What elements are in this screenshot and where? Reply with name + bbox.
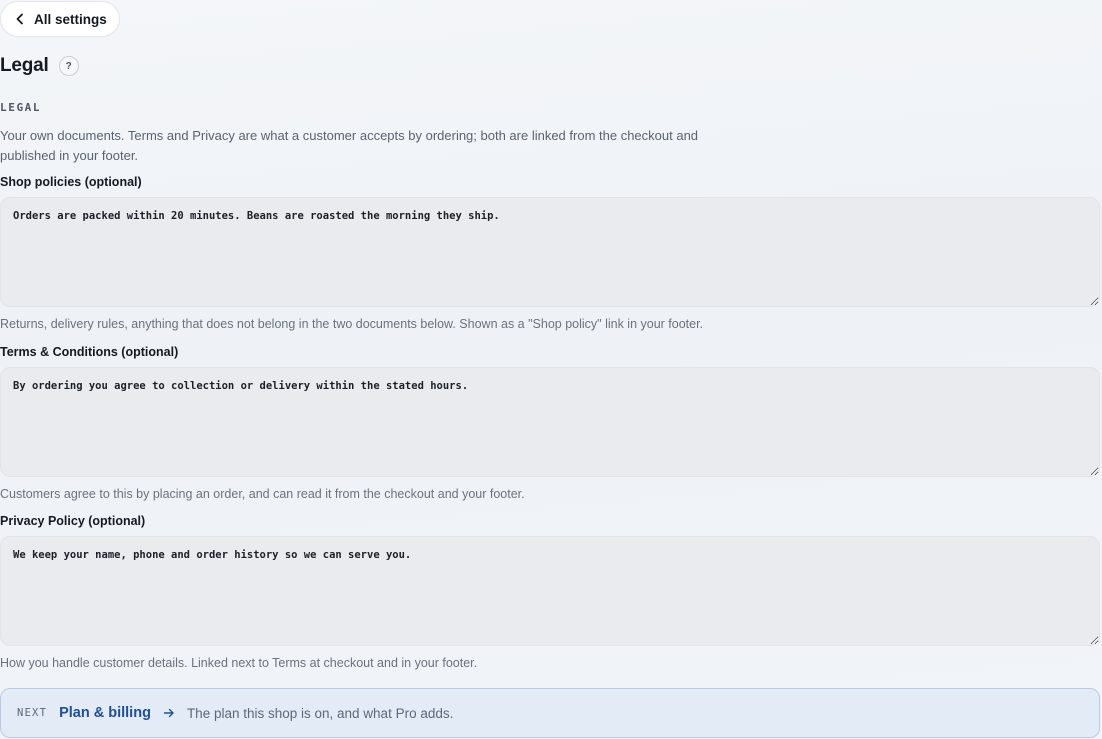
chevron-left-icon — [16, 13, 23, 25]
privacy-hint: How you handle customer details. Linked … — [0, 656, 478, 670]
all-settings-label: All settings — [34, 11, 107, 27]
shop-policies-hint: Returns, delivery rules, anything that d… — [0, 317, 704, 331]
section-label: LEGAL — [0, 101, 42, 114]
next-tag: NEXT — [17, 707, 48, 719]
next-plan-billing-link[interactable]: NEXT Plan & billing The plan this shop i… — [0, 688, 1100, 738]
help-glyph: ? — [65, 60, 72, 72]
all-settings-button[interactable]: All settings — [0, 1, 120, 37]
privacy-textarea[interactable] — [0, 536, 1100, 646]
page-title: Legal — [0, 55, 49, 76]
question-icon[interactable]: ? — [58, 56, 79, 76]
privacy-label: Privacy Policy (optional) — [0, 514, 146, 528]
terms-label: Terms & Conditions (optional) — [0, 345, 179, 359]
section-description: Your own documents. Terms and Privacy ar… — [0, 128, 699, 163]
terms-hint: Customers agree to this by placing an or… — [0, 487, 525, 501]
shop-policies-label: Shop policies (optional) — [0, 175, 142, 189]
terms-textarea[interactable] — [0, 367, 1100, 477]
next-title: Plan & billing — [59, 705, 151, 721]
arrow-right-icon — [163, 707, 175, 719]
shop-policies-textarea[interactable] — [0, 197, 1100, 307]
page-header: Legal ? — [0, 52, 79, 80]
next-description: The plan this shop is on, and what Pro a… — [186, 705, 454, 721]
